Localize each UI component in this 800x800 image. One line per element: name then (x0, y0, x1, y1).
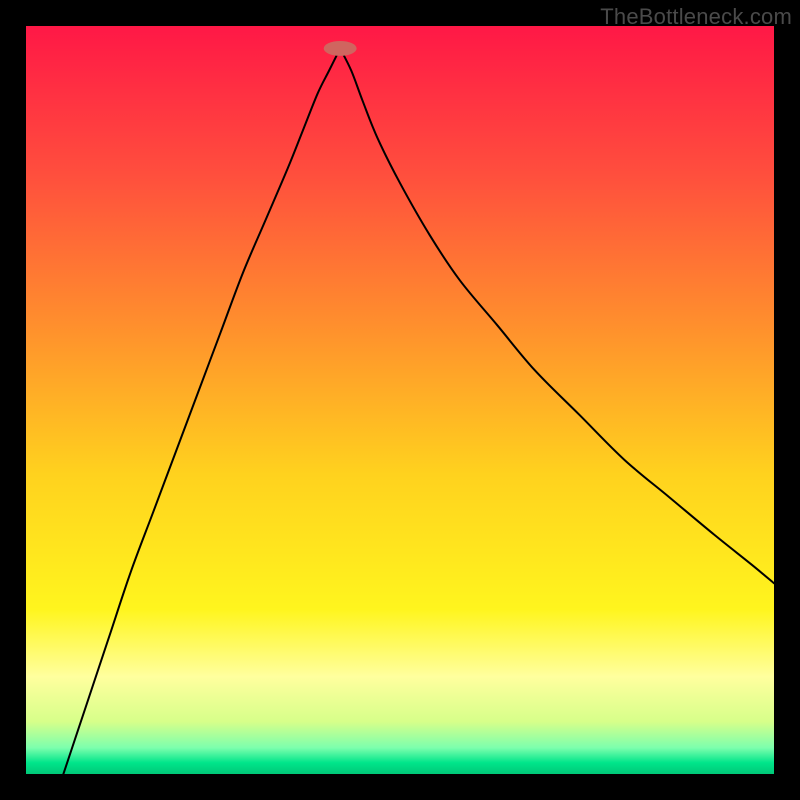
watermark-text: TheBottleneck.com (600, 4, 792, 30)
chart-frame (26, 26, 774, 774)
gradient-background (26, 26, 774, 774)
bottleneck-curve-chart (26, 26, 774, 774)
vertex-marker (324, 41, 357, 56)
